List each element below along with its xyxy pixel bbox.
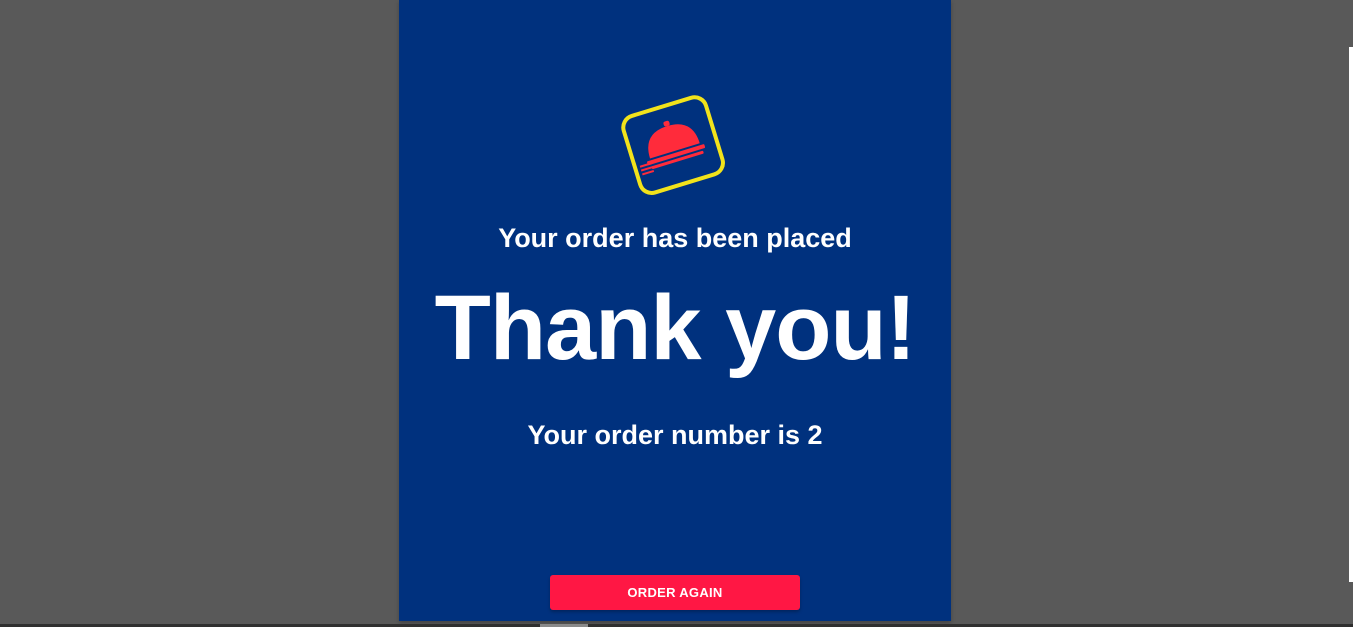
order-again-button[interactable]: ORDER AGAIN [550, 575, 800, 610]
order-placed-subtitle: Your order has been placed [498, 223, 852, 253]
scrollbar-track[interactable] [1349, 47, 1353, 582]
thank-you-headline: Thank you! [434, 277, 917, 379]
food-cloche-icon [621, 95, 725, 195]
order-number-text: Your order number is 2 [527, 420, 823, 450]
screen-backdrop: Your order has been placed Thank you! Yo… [0, 0, 1353, 627]
